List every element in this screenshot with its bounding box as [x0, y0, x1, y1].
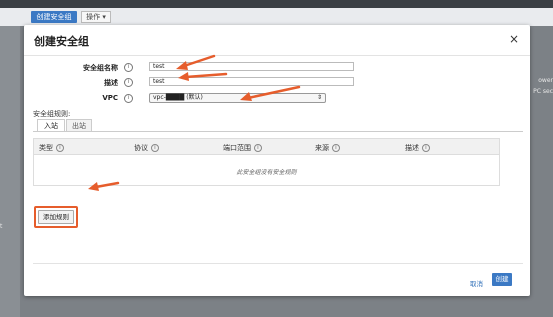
arrow-head [240, 92, 252, 101]
arrow-head [178, 72, 189, 81]
arrow-to-vpc-select [246, 85, 301, 100]
arrow-head [176, 61, 188, 70]
arrow-head [88, 182, 99, 191]
arrow-to-name-input [182, 54, 216, 68]
annotation-arrows [88, 54, 301, 191]
arrow-to-description-input [184, 72, 228, 79]
arrow-to-add-rule-button [94, 181, 120, 189]
